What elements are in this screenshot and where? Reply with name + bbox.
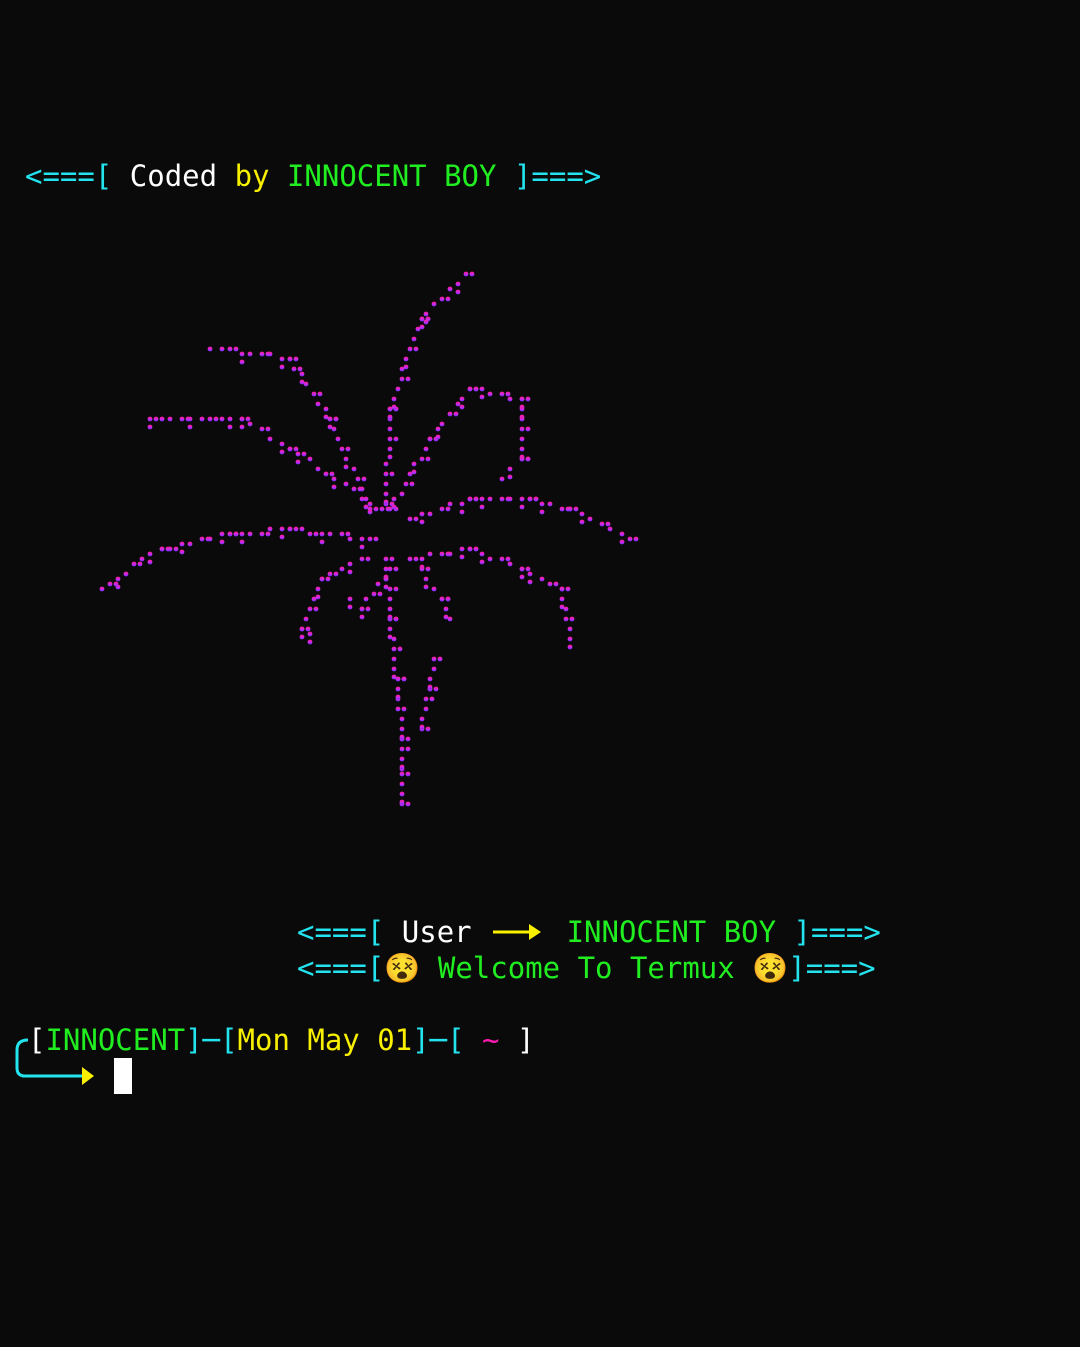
welcome-line-close: ]===> (788, 951, 876, 985)
prompt-close: ] (516, 1023, 535, 1057)
prompt-user: INNOCENT (45, 1023, 186, 1057)
header-line: <===[ Coded by INNOCENT BOY ]===> (25, 158, 601, 194)
prompt-arrow-icon (22, 1067, 94, 1085)
user-line-close: ]===> (793, 915, 881, 949)
header-coded: Coded (129, 159, 218, 193)
user-name: INNOCENT BOY (566, 915, 777, 949)
text-cursor (114, 1058, 132, 1094)
braille-palm-tree-art (99, 271, 639, 807)
welcome-line: <===[😵 Welcome To Termux 😵]===> (297, 950, 876, 986)
dizzy-face-icon: 😵 (752, 951, 789, 985)
user-label: User (401, 915, 472, 949)
dizzy-face-icon: 😵 (384, 951, 421, 985)
prompt-line: [INNOCENT]─[Mon May 01]─[ ~ ] (28, 1022, 534, 1058)
user-line-open: <===[ (297, 915, 385, 949)
right-arrow-icon (493, 924, 542, 940)
prompt-path: ~ (482, 1023, 500, 1057)
user-line: <===[ User INNOCENT BOY ]===> (297, 914, 881, 950)
prompt-date: Mon May 01 (237, 1023, 413, 1057)
prompt-open: [ (28, 1023, 46, 1057)
prompt-sep-1: ]─[ (185, 1023, 238, 1057)
welcome-line-open: <===[ (297, 951, 385, 985)
terminal-screen: <===[ Coded by INNOCENT BOY ]===> <===[ … (0, 144, 1080, 1167)
welcome-text: Welcome To Termux (437, 951, 735, 985)
prompt-sep-2: ]─[ (412, 1023, 465, 1057)
header-name: INNOCENT BOY (286, 159, 497, 193)
command-input[interactable] (114, 1058, 132, 1094)
header-open: <===[ (25, 159, 113, 193)
header-close: ]===> (513, 159, 602, 193)
header-by: by (234, 159, 270, 193)
